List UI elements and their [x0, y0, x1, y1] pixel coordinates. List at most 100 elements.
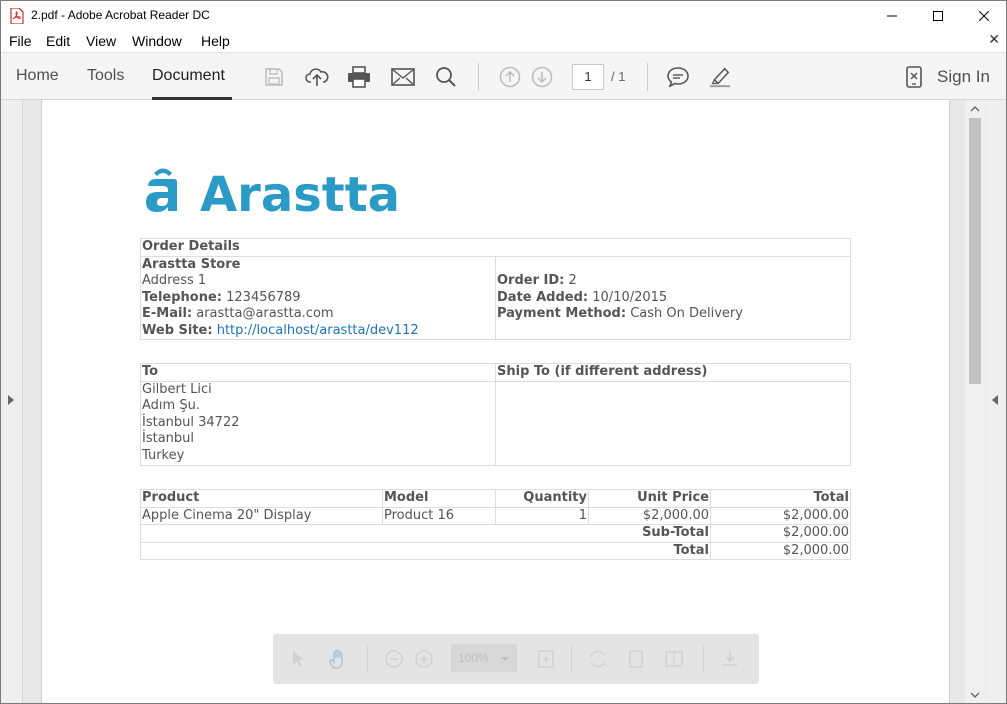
left-panel-toggle[interactable] [1, 100, 23, 703]
pdf-file-icon [10, 7, 24, 25]
product-quantity: 1 [495, 506, 589, 525]
print-icon[interactable] [347, 65, 371, 89]
scroll-thumb[interactable] [969, 118, 981, 384]
to-line: İstanbul [142, 431, 195, 446]
minimize-button[interactable] [869, 1, 915, 31]
arrow-down-icon[interactable] [530, 65, 554, 89]
sign-in-link[interactable]: Sign In [937, 67, 990, 87]
website-link[interactable]: http://localhost/arastta/dev112 [217, 323, 419, 338]
right-panel-toggle[interactable] [986, 100, 1006, 703]
zoom-dropdown[interactable]: 100% [451, 644, 517, 672]
svg-text:Arastta: Arastta [200, 167, 400, 220]
arastta-logo: Arastta [146, 167, 400, 220]
to-line: Adım Şu. [142, 398, 200, 413]
mobile-icon[interactable] [902, 65, 926, 89]
email-value: arastta@arastta.com [196, 306, 334, 321]
toolbar-separator [478, 63, 479, 91]
product-model: Product 16 [382, 506, 496, 525]
close-icon [979, 11, 989, 21]
col-model: Model [382, 489, 496, 508]
order-id-label: Order ID: [497, 273, 565, 288]
subtotal-value: $2,000.00 [710, 524, 851, 543]
tab-tools[interactable]: Tools [87, 67, 124, 85]
menu-edit[interactable]: Edit [46, 33, 70, 49]
col-total: Total [710, 489, 851, 508]
date-added-value: 10/10/2015 [592, 289, 668, 305]
tab-home[interactable]: Home [16, 67, 59, 85]
mail-icon[interactable] [391, 65, 415, 89]
main-toolbar: Home Tools Document 1 / 1 Sign In [1, 52, 1006, 100]
menu-help[interactable]: Help [201, 33, 230, 49]
date-added-label: Date Added: [497, 289, 589, 305]
floatbar-separator [367, 646, 368, 672]
table-row: Apple Cinema 20" Display Product 16 1 $2… [140, 506, 851, 525]
floatbar-separator [571, 646, 572, 672]
minimize-icon [887, 15, 897, 17]
col-unit-price: Unit Price [588, 489, 711, 508]
zoom-in-icon[interactable] [413, 648, 435, 670]
tab-document[interactable]: Document [152, 67, 225, 85]
scroll-down-icon[interactable] [970, 691, 980, 699]
close-document-icon[interactable]: ✕ [988, 32, 1000, 48]
pdf-page: Arastta Order Details Arastta Store Addr… [41, 100, 950, 703]
document-area: Arastta Order Details Arastta Store Addr… [1, 100, 1006, 703]
subtotal-label: Sub-Total [140, 524, 711, 543]
page-number-input[interactable]: 1 [572, 64, 604, 90]
store-info-cell: Arastta Store Address 1 Telephone: 12345… [140, 255, 496, 340]
telephone-value: 123456789 [226, 289, 301, 305]
col-product: Product [140, 489, 383, 508]
floatbar-separator [703, 646, 704, 672]
website-label: Web Site: [142, 322, 213, 338]
expand-right-panel-icon [992, 395, 998, 405]
window-title: 2.pdf - Adobe Acrobat Reader DC [31, 8, 210, 22]
fit-page-icon[interactable] [535, 648, 557, 670]
ship-to-heading: Ship To (if different address) [495, 363, 851, 382]
arrow-up-icon[interactable] [498, 65, 522, 89]
save-to-device-icon[interactable] [719, 648, 741, 670]
product-unit-price: $2,000.00 [588, 506, 711, 525]
total-label: Total [140, 541, 711, 560]
product-total: $2,000.00 [710, 506, 851, 525]
toolbar-separator [647, 63, 648, 91]
maximize-button[interactable] [915, 1, 961, 31]
to-address-cell: Gilbert Lici Adım Şu. İstanbul 34722 İst… [140, 380, 496, 466]
select-arrow-icon[interactable] [287, 648, 309, 670]
menu-file[interactable]: File [9, 33, 32, 49]
to-heading: To [140, 363, 496, 382]
title-bar: 2.pdf - Adobe Acrobat Reader DC [1, 1, 1006, 31]
zoom-value: 100% [458, 651, 489, 665]
expand-left-panel-icon [8, 395, 14, 405]
total-value: $2,000.00 [710, 541, 851, 560]
menu-view[interactable]: View [86, 33, 116, 49]
order-id-value: 2 [568, 273, 577, 288]
rotate-icon[interactable] [587, 648, 609, 670]
address-table: To Ship To (if different address) Gilber… [140, 363, 851, 466]
menu-window[interactable]: Window [132, 33, 182, 49]
page-view-icon[interactable] [625, 648, 647, 670]
order-details-table: Order Details Arastta Store Address 1 Te… [140, 238, 851, 340]
zoom-out-icon[interactable] [383, 648, 405, 670]
email-label: E-Mail: [142, 306, 193, 321]
order-details-heading: Order Details [140, 238, 851, 257]
two-page-icon[interactable] [663, 648, 685, 670]
close-button[interactable] [961, 1, 1006, 31]
highlighter-icon[interactable] [708, 65, 732, 89]
payment-method-label: Payment Method: [497, 306, 627, 321]
hand-tool-icon[interactable] [327, 648, 349, 670]
to-line: Turkey [142, 447, 185, 463]
col-quantity: Quantity [495, 489, 589, 508]
to-line: İstanbul 34722 [142, 414, 240, 430]
order-info-cell: Order ID: 2 Date Added: 10/10/2015 Payme… [495, 255, 851, 340]
scroll-up-icon[interactable] [970, 105, 980, 113]
upload-cloud-icon[interactable] [305, 65, 329, 89]
maximize-icon [933, 11, 943, 21]
vertical-scrollbar[interactable] [965, 100, 985, 703]
menu-bar: File Edit View Window Help ✕ [1, 31, 1006, 52]
floating-page-toolbar: 100% [273, 634, 759, 684]
page-total: / 1 [611, 69, 626, 84]
to-line: Gilbert Lici [142, 381, 212, 397]
save-icon[interactable] [262, 65, 286, 89]
comment-icon[interactable] [666, 65, 690, 89]
search-icon[interactable] [434, 65, 458, 89]
store-name: Arastta Store [142, 256, 241, 272]
